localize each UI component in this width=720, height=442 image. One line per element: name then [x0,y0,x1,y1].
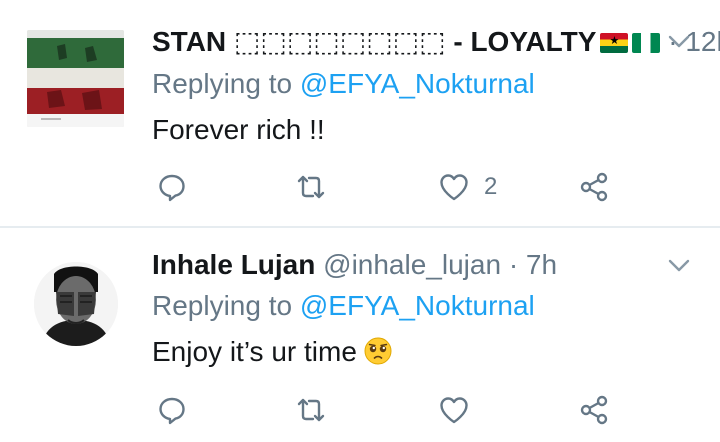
share-icon [580,172,608,202]
pleading-face-emoji-icon [364,337,392,365]
replying-to: Replying to @EFYA_Nokturnal [152,289,535,323]
display-name[interactable]: STAN ⬚⬚⬚⬚⬚⬚⬚⬚ - LOYALTY [152,26,596,57]
reply-button[interactable] [156,167,188,207]
retweet-button[interactable] [295,167,327,207]
avatar[interactable] [34,262,118,346]
replying-to: Replying to @EFYA_Nokturnal [152,67,535,101]
reply-icon [159,397,185,425]
tweet-actions [152,390,622,430]
tweet-text: Enjoy it’s ur time [152,335,393,369]
like-button[interactable] [438,390,470,430]
like-button[interactable]: 2 [438,167,497,207]
retweet-icon [297,175,325,199]
retweet-icon [297,398,325,422]
tweet-text: Forever rich !! [152,114,325,145]
tweet[interactable]: STAN ⬚⬚⬚⬚⬚⬚⬚⬚ - LOYALTY · 12h Replying t… [0,0,720,226]
like-count: 2 [484,173,498,200]
tweet-header: STAN ⬚⬚⬚⬚⬚⬚⬚⬚ - LOYALTY · 12h [152,25,720,59]
heart-icon [440,397,468,424]
nigeria-flag-icon [632,33,661,53]
share-icon [580,395,608,425]
separator-dot: · [508,249,519,280]
display-name[interactable]: Inhale Lujan [152,249,315,280]
ghana-flag-icon [600,33,629,53]
replying-label: Replying to [152,68,293,99]
chevron-down-icon[interactable] [666,252,692,278]
tweet-header: Inhale Lujan @inhale_lujan · 7h [152,248,557,282]
tweet-actions: 2 [152,167,622,207]
user-handle[interactable]: @inhale_lujan [323,249,501,280]
share-button[interactable] [578,167,610,207]
avatar[interactable] [27,30,124,127]
replying-label: Replying to [152,290,293,321]
reply-icon [159,174,185,202]
retweet-button[interactable] [295,390,327,430]
chevron-down-icon[interactable] [666,28,692,54]
replying-mention-link[interactable]: @EFYA_Nokturnal [300,68,535,99]
replying-mention-link[interactable]: @EFYA_Nokturnal [300,290,535,321]
reply-button[interactable] [156,390,188,430]
share-button[interactable] [578,390,610,430]
tweet-text-content: Enjoy it’s ur time [152,336,357,367]
heart-icon [440,174,468,201]
timestamp[interactable]: 7h [526,249,557,280]
